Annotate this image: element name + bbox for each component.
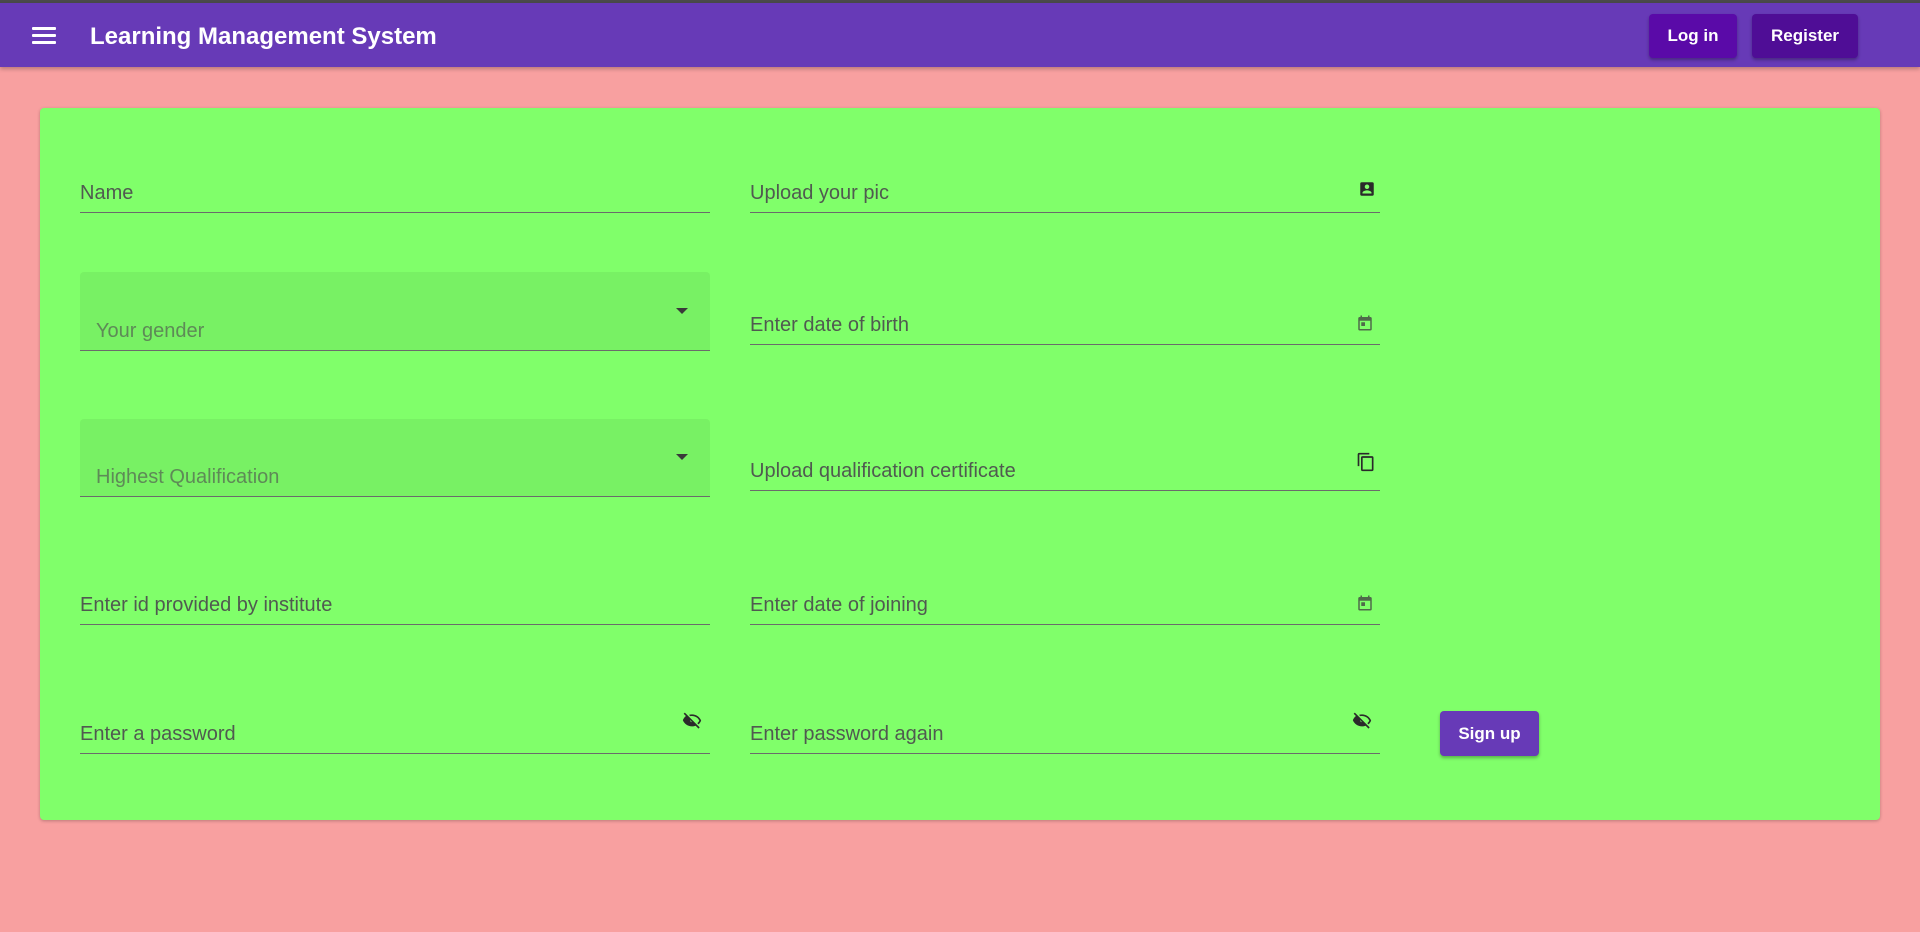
qualification-certificate-field[interactable]: Upload qualification certificate <box>750 444 1380 491</box>
name-field[interactable]: Name <box>80 164 710 213</box>
dropdown-arrow-icon[interactable] <box>676 308 688 314</box>
date-of-joining-label: Enter date of joining <box>750 594 928 616</box>
gender-label: Your gender <box>96 320 205 342</box>
password-again-field[interactable]: Enter password again <box>750 702 1380 754</box>
sign-up-button[interactable]: Sign up <box>1440 711 1539 756</box>
date-of-joining-field[interactable]: Enter date of joining <box>750 580 1380 625</box>
password-field[interactable]: Enter a password <box>80 702 710 754</box>
visibility-off-icon[interactable] <box>682 711 702 731</box>
dropdown-arrow-icon[interactable] <box>676 454 688 460</box>
top-toolbar: Learning Management System Log in Regist… <box>0 3 1920 67</box>
calendar-icon[interactable] <box>1356 594 1374 612</box>
password-label: Enter a password <box>80 723 236 745</box>
name-label: Name <box>80 182 134 204</box>
registration-card: Name Upload your pic Your gender Enter d… <box>40 108 1880 820</box>
gender-select[interactable]: Your gender <box>80 272 710 351</box>
institute-id-field[interactable]: Enter id provided by institute <box>80 580 710 625</box>
upload-pic-field[interactable]: Upload your pic <box>750 164 1380 213</box>
upload-pic-label: Upload your pic <box>750 182 889 204</box>
qualification-certificate-label: Upload qualification certificate <box>750 460 1016 482</box>
date-of-birth-field[interactable]: Enter date of birth <box>750 300 1380 345</box>
app-title: Learning Management System <box>90 23 437 50</box>
qualification-select[interactable]: Highest Qualification <box>80 419 710 497</box>
calendar-icon[interactable] <box>1356 314 1374 332</box>
account-box-icon[interactable] <box>1358 180 1376 198</box>
password-again-label: Enter password again <box>750 723 944 745</box>
qualification-label: Highest Qualification <box>96 466 280 488</box>
register-button[interactable]: Register <box>1752 14 1858 58</box>
visibility-off-icon[interactable] <box>1352 711 1372 731</box>
date-of-birth-label: Enter date of birth <box>750 314 909 336</box>
hamburger-menu-icon[interactable] <box>28 23 60 49</box>
login-button[interactable]: Log in <box>1649 14 1737 58</box>
copy-files-icon[interactable] <box>1356 452 1376 472</box>
institute-id-label: Enter id provided by institute <box>80 594 333 616</box>
